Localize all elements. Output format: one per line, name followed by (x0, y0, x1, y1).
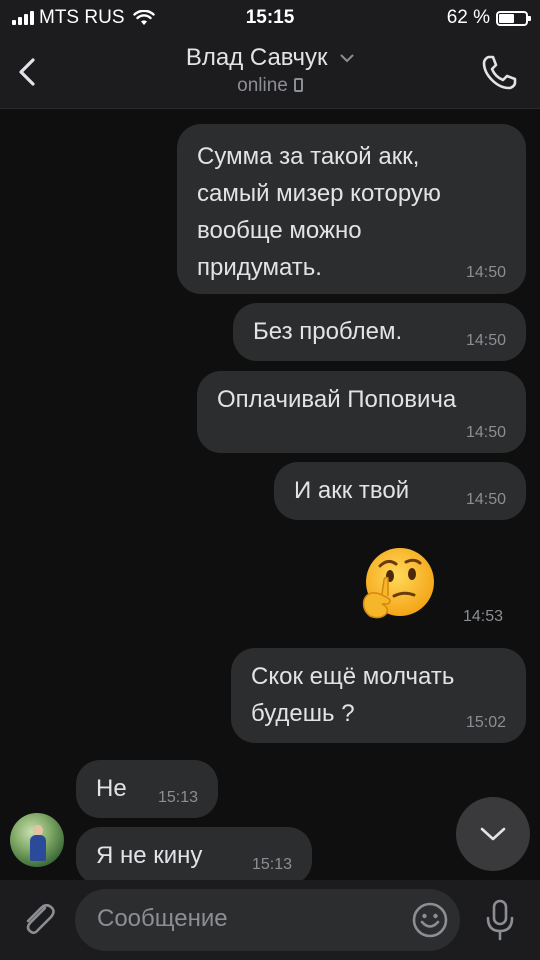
contact-name-row: Влад Савчук (120, 44, 420, 72)
contact-title[interactable]: Влад Савчук online (120, 44, 420, 97)
message-bubble-outgoing[interactable]: Скок ещё молчать будешь ? 15:02 (231, 648, 526, 743)
scroll-to-bottom-button[interactable] (456, 797, 530, 871)
battery-icon (496, 10, 531, 26)
battery-fill (499, 13, 515, 23)
message-input[interactable]: Сообщение (75, 889, 460, 951)
message-time: 15:13 (251, 856, 292, 873)
chevron-down-icon (340, 54, 354, 63)
mobile-device-icon (293, 78, 303, 92)
message-time: 14:50 (465, 424, 506, 441)
back-button[interactable] (10, 54, 46, 90)
message-bubble-outgoing[interactable]: Без проблем. 14:50 (233, 303, 526, 361)
message-input-placeholder: Сообщение (97, 905, 228, 932)
battery-percent: 62 % (446, 7, 490, 28)
emoji-button[interactable] (411, 901, 449, 939)
status-bar: MTS RUS 15:15 62 % (0, 0, 540, 36)
message-time: 14:53 (463, 608, 504, 625)
chevron-down-icon (480, 827, 506, 841)
chat-header: Влад Савчук online (0, 36, 540, 109)
message-time: 14:50 (465, 491, 506, 508)
message-time: 15:13 (157, 789, 198, 806)
message-text: Сумма за такой акк, самый мизер которую … (197, 143, 441, 281)
message-bubble-outgoing[interactable]: Сумма за такой акк, самый мизер которую … (177, 124, 526, 294)
avatar[interactable] (10, 813, 64, 867)
message-composer: Сообщение (0, 880, 540, 960)
call-button[interactable] (480, 52, 520, 92)
status-right: 62 % (446, 7, 531, 29)
message-bubble-outgoing[interactable]: И акк твой 14:50 (274, 462, 526, 520)
message-time: 14:50 (465, 332, 506, 349)
message-bubble-incoming[interactable]: Не 15:13 (76, 760, 218, 818)
presence-label: online (237, 75, 288, 96)
message-bubble-outgoing[interactable]: Оплачивай Поповича 14:50 (197, 371, 526, 453)
message-text: Оплачивай Поповича (217, 386, 457, 413)
attach-button[interactable] (18, 898, 60, 940)
microphone-button[interactable] (480, 898, 520, 942)
message-time: 14:50 (465, 264, 506, 281)
contact-name: Влад Савчук (185, 44, 328, 71)
thinking-face-emoji-icon[interactable] (358, 544, 438, 624)
message-time: 15:02 (465, 714, 506, 731)
presence-row: online (120, 75, 420, 97)
message-list[interactable]: Сумма за такой акк, самый мизер которую … (0, 109, 540, 885)
message-bubble-incoming[interactable]: Я не кину 15:13 (76, 827, 312, 885)
